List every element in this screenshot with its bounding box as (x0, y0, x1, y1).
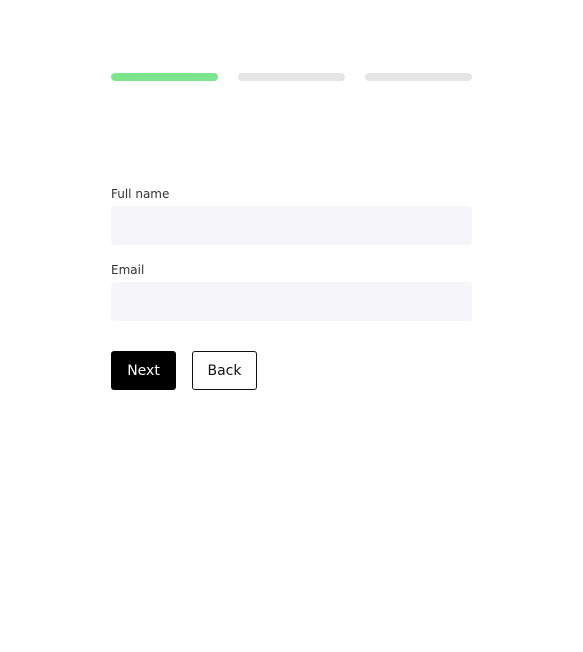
email-input[interactable] (111, 282, 472, 321)
next-button[interactable]: Next (111, 351, 176, 390)
progress-step-1 (111, 73, 218, 81)
email-label: Email (111, 263, 145, 277)
progress-steps (111, 73, 472, 81)
progress-step-2 (238, 73, 345, 81)
full-name-input[interactable] (111, 206, 472, 245)
progress-step-3 (365, 73, 472, 81)
full-name-label: Full name (111, 187, 170, 201)
back-button[interactable]: Back (192, 351, 257, 390)
